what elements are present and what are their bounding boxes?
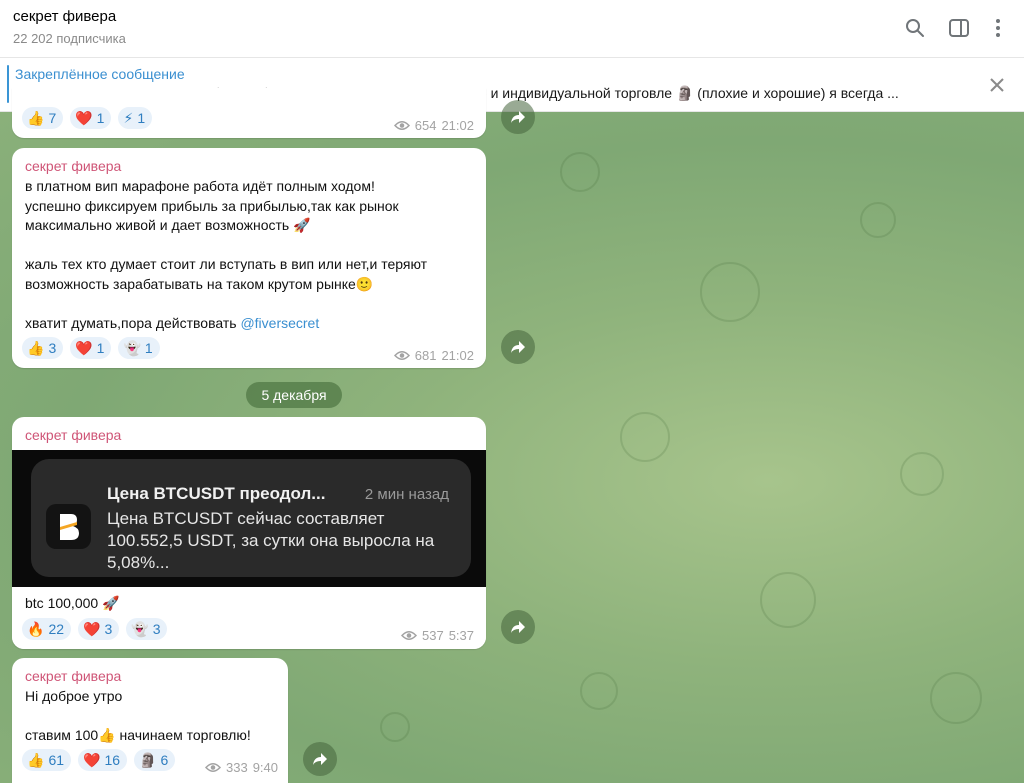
message-bubble[interactable]: секрет фивера в платном вип марафоне раб… <box>12 148 486 368</box>
reaction-emoji: 👻 <box>123 340 141 356</box>
reaction-count: 1 <box>96 110 105 126</box>
reaction-count: 3 <box>152 621 161 637</box>
message-meta: 333 9:40 <box>204 760 278 775</box>
reaction-count: 1 <box>137 110 146 126</box>
notification-title: Цена BTCUSDT преодол... <box>107 484 326 503</box>
reaction-pill[interactable]: ❤️ 3 <box>78 618 120 640</box>
message-text: Hi доброе утро ставим 100👍 начинаем торг… <box>25 688 251 743</box>
views-eye-icon <box>393 351 410 360</box>
views-eye-icon <box>393 121 410 130</box>
message-meta: 681 21:02 <box>393 348 474 363</box>
date-separator: 5 декабря <box>246 382 342 408</box>
reaction-emoji: 👍 <box>27 340 45 356</box>
pinned-accent-bar <box>7 65 9 103</box>
channel-title[interactable]: секрет фивера <box>13 8 116 25</box>
reaction-pill[interactable]: 👍 7 <box>22 107 64 129</box>
share-button[interactable] <box>501 100 535 134</box>
reaction-emoji: ❤️ <box>75 340 93 356</box>
reactions-row: 👍 61 ❤️ 16 🗿 6 <box>22 749 176 771</box>
author-name[interactable]: секрет фивера <box>25 158 121 174</box>
reactions-row: 👍 7 ❤️ 1 ⚡ 1 <box>22 107 153 129</box>
reaction-pill[interactable]: 👍 3 <box>22 337 64 359</box>
subscriber-count: 22 202 подписчика <box>13 31 126 46</box>
share-arrow-icon <box>511 341 525 353</box>
share-button[interactable] <box>501 610 535 644</box>
reaction-pill[interactable]: 🔥 22 <box>22 618 72 640</box>
message-footer: btc 100,000 🚀 🔥 22 ❤️ 3 👻 3 537 5:37 <box>12 587 486 649</box>
reaction-count: 6 <box>160 752 169 768</box>
reaction-pill[interactable]: 👻 3 <box>126 618 168 640</box>
reaction-pill[interactable]: ⚡ 1 <box>118 107 153 129</box>
reaction-count: 16 <box>104 752 121 768</box>
view-count: 681 <box>414 348 437 363</box>
exchange-logo-icon <box>46 504 91 549</box>
notification-card: Цена BTCUSDT преодол... 2 мин назад Цена… <box>31 459 471 577</box>
message-text: btc 100,000 🚀 <box>25 595 120 611</box>
more-vertical-icon[interactable] <box>985 15 1011 41</box>
message-bubble[interactable]: 👍 7 ❤️ 1 ⚡ 1 654 21:02 <box>12 88 486 138</box>
channel-link[interactable]: @fiversecret <box>240 315 319 331</box>
reaction-emoji: 🗿 <box>139 752 157 768</box>
message-body: в платном вип марафоне работа идёт полны… <box>25 178 428 331</box>
reaction-emoji: 👍 <box>27 110 45 126</box>
author-name[interactable]: секрет фивера <box>25 427 121 443</box>
reaction-count: 3 <box>104 621 113 637</box>
reaction-emoji: ❤️ <box>75 110 93 126</box>
reaction-emoji: ⚡ <box>123 110 134 126</box>
share-arrow-icon <box>511 621 525 633</box>
notification-body: Цена BTCUSDT сейчас составляет 100.552,5… <box>107 509 435 572</box>
close-icon[interactable] <box>986 74 1008 96</box>
message-meta: 654 21:02 <box>393 118 474 133</box>
message-meta: 537 5:37 <box>400 628 474 643</box>
message-text: в платном вип марафоне работа идёт полны… <box>25 177 475 333</box>
reaction-pill[interactable]: ❤️ 1 <box>70 337 112 359</box>
share-arrow-icon <box>511 111 525 123</box>
sidebar-toggle-icon[interactable] <box>946 15 972 41</box>
reactions-row: 👍 3 ❤️ 1 👻 1 <box>22 337 160 359</box>
reaction-emoji: ❤️ <box>83 752 101 768</box>
search-icon[interactable] <box>902 15 928 41</box>
view-count: 537 <box>421 628 444 643</box>
reaction-pill[interactable]: 👍 61 <box>22 749 72 771</box>
message-time: 21:02 <box>441 118 474 133</box>
message-time: 21:02 <box>441 348 474 363</box>
reaction-count: 22 <box>48 621 65 637</box>
reaction-emoji: 👍 <box>27 752 45 768</box>
reaction-count: 7 <box>48 110 57 126</box>
pinned-title: Закреплённое сообщение <box>15 66 185 82</box>
reaction-emoji: 🔥 <box>27 621 45 637</box>
view-count: 654 <box>414 118 437 133</box>
reaction-count: 1 <box>144 340 153 356</box>
share-button[interactable] <box>501 330 535 364</box>
reaction-pill[interactable]: ❤️ 1 <box>70 107 112 129</box>
reactions-row: 🔥 22 ❤️ 3 👻 3 <box>22 618 168 640</box>
reaction-pill[interactable]: 🗿 6 <box>134 749 176 771</box>
share-arrow-icon <box>313 753 327 765</box>
reaction-emoji: 👻 <box>131 621 149 637</box>
reaction-pill[interactable]: ❤️ 16 <box>78 749 128 771</box>
notification-time: 2 мин назад <box>364 486 449 503</box>
author-name[interactable]: секрет фивера <box>25 668 121 684</box>
message-bubble[interactable]: секрет фивера Hi доброе утро ставим 100👍… <box>12 658 288 783</box>
notification-screenshot-image[interactable]: Цена BTCUSDT преодол... 2 мин назад Цена… <box>12 450 486 587</box>
share-button[interactable] <box>303 742 337 776</box>
reaction-emoji: ❤️ <box>83 621 101 637</box>
chat-header: секрет фивера 22 202 подписчика <box>0 0 1024 58</box>
views-eye-icon <box>204 763 221 772</box>
reaction-count: 3 <box>48 340 57 356</box>
reaction-count: 61 <box>48 752 65 768</box>
reaction-pill[interactable]: 👻 1 <box>118 337 160 359</box>
view-count: 333 <box>225 760 248 775</box>
views-eye-icon <box>400 631 417 640</box>
message-time: 9:40 <box>252 760 278 775</box>
message-time: 5:37 <box>448 628 474 643</box>
reaction-count: 1 <box>96 340 105 356</box>
